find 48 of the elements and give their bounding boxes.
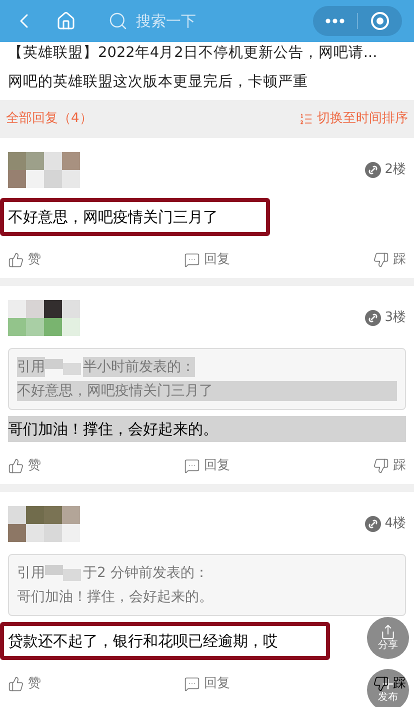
redacted-avatar: [8, 152, 80, 188]
reply-button[interactable]: 回复: [184, 456, 230, 476]
floor-number: 4楼: [384, 515, 406, 534]
like-button[interactable]: 赞: [8, 250, 41, 270]
dislike-button[interactable]: 踩: [373, 250, 406, 270]
share-icon: [380, 624, 396, 640]
thread-title: 【英雄联盟】2022年4月2日不停机更新公告，网吧请...: [8, 44, 378, 62]
thumbs-down-icon: [373, 676, 389, 692]
reply-count: 全部回复（4）: [6, 110, 92, 128]
quote-source: 于2 分钟前发表的：: [83, 564, 208, 583]
comment-icon: [184, 676, 200, 692]
dislike-button[interactable]: 踩: [373, 456, 406, 476]
link-icon: [364, 310, 381, 326]
reply-button[interactable]: 回复: [184, 674, 230, 694]
link-icon: [364, 162, 381, 178]
link-icon: [364, 516, 381, 532]
comment-icon: [184, 252, 200, 268]
reply-button[interactable]: 回复: [184, 250, 230, 270]
redacted-name: [45, 357, 83, 377]
thumbs-up-icon: [8, 252, 24, 268]
comment-icon: [184, 458, 200, 474]
reply-text: 贷款还不起了，银行和花呗已经逾期，哎: [0, 622, 330, 660]
floor-number: 2楼: [384, 161, 406, 180]
thumbs-down-icon: [373, 252, 389, 268]
thread-body: 网吧的英雄联盟这次版本更显完后，卡顿严重: [8, 72, 309, 92]
home-icon[interactable]: [56, 11, 76, 31]
quote-source: 半小时前发表的：: [83, 357, 195, 377]
quote-text: 不好意思，网吧疫情关门三月了: [17, 381, 397, 401]
quote-prefix: 引用: [17, 564, 45, 583]
quote-prefix: 引用: [17, 357, 45, 377]
like-button[interactable]: 赞: [8, 456, 41, 476]
more-icon[interactable]: [325, 18, 345, 24]
quote-text: 哥们加油！撑住，会好起来的。: [17, 588, 214, 607]
like-button[interactable]: 赞: [8, 674, 41, 694]
reply-text: 哥们加油！撑住，会好起来的。: [8, 416, 406, 442]
thumbs-down-icon: [373, 458, 389, 474]
reply-text: 不好意思，网吧疫情关门三月了: [0, 198, 270, 236]
redacted-avatar: [8, 506, 80, 542]
floor-number: 3楼: [384, 309, 406, 328]
thumbs-up-icon: [8, 458, 24, 474]
redacted-name: [45, 563, 83, 583]
share-button[interactable]: 分享: [367, 617, 409, 659]
search-icon: [108, 11, 128, 31]
search-field[interactable]: 搜索一下: [136, 10, 256, 32]
sort-toggle[interactable]: 切换至时间排序: [299, 109, 408, 129]
redacted-avatar: [8, 300, 80, 336]
sort-icon: [299, 112, 313, 126]
thumbs-up-icon: [8, 676, 24, 692]
